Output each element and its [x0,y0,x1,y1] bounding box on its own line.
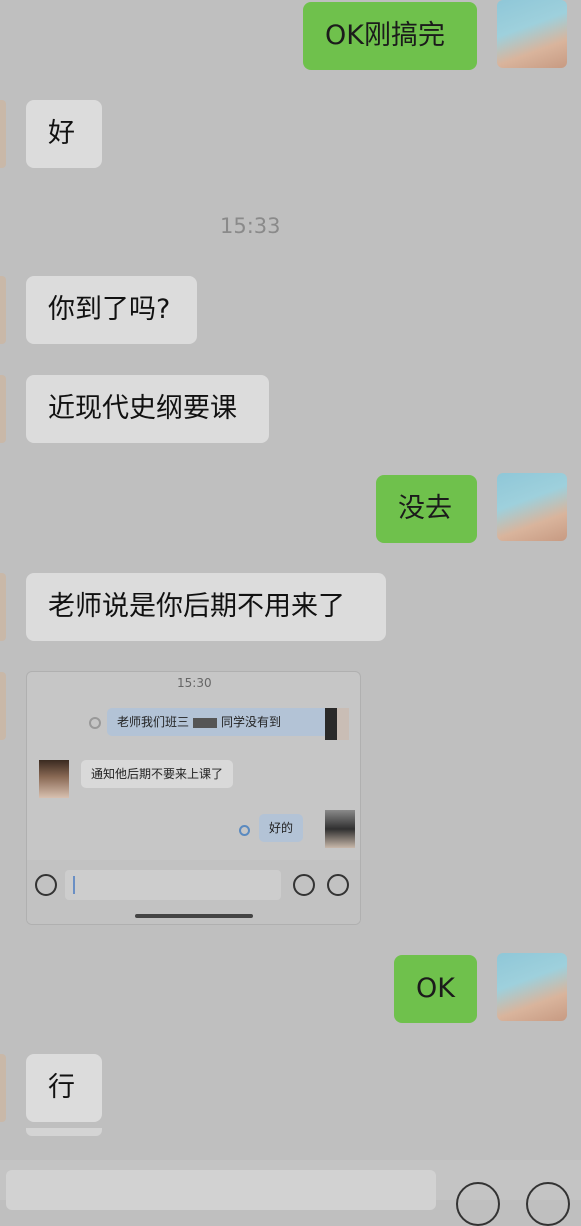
contact-avatar[interactable] [0,573,6,641]
home-indicator [135,914,253,918]
contact-avatar[interactable] [0,1054,6,1122]
screenshot-bubble: 老师我们班三 同学没有到 [107,708,337,736]
plus-icon [327,874,349,896]
message-input[interactable] [6,1170,436,1210]
message-timestamp: 15:33 [220,214,281,238]
chat-input-bar [0,1160,581,1226]
message-bubble-outgoing[interactable]: OK刚搞完 [303,2,477,70]
screenshot-bubble: 通知他后期不要来上课了 [81,760,234,788]
pixelated-avatar [325,708,349,740]
screenshot-bubble-text: 同学没有到 [221,715,282,729]
contact-avatar[interactable] [0,672,6,740]
my-avatar[interactable] [497,953,567,1021]
screenshot-input-field [65,870,281,900]
screenshot-input-bar [27,860,360,924]
check-circle-icon [89,717,101,729]
message-bubble-incoming[interactable]: 近现代史纲要课 [26,375,269,443]
partial-bubble [26,1128,102,1136]
message-bubble-outgoing[interactable]: OK [394,955,477,1023]
screenshot-bubble: 好的 [259,814,304,842]
my-avatar[interactable] [497,0,567,68]
message-bubble-incoming[interactable]: 老师说是你后期不用来了 [26,573,386,641]
contact-avatar[interactable] [0,100,6,168]
message-bubble-incoming[interactable]: 你到了吗? [26,276,197,344]
message-bubble-incoming[interactable]: 好 [26,100,102,168]
screenshot-bubble-text: 老师我们班三 [117,715,190,729]
my-avatar[interactable] [497,473,567,541]
contact-avatar[interactable] [0,276,6,344]
emoji-icon [293,874,315,896]
emoji-icon[interactable] [456,1182,500,1226]
image-message-screenshot[interactable]: 15:30 老师我们班三 同学没有到 通知他后期不要来上课了 好的 [26,671,361,925]
sent-circle-icon [239,825,250,836]
pixelated-avatar [325,810,355,848]
screenshot-time: 15:30 [177,676,212,690]
message-bubble-outgoing[interactable]: 没去 [376,475,477,543]
pixelated-avatar [39,760,69,798]
contact-avatar[interactable] [0,375,6,443]
voice-icon [35,874,57,896]
plus-icon[interactable] [526,1182,570,1226]
message-bubble-incoming[interactable]: 行 [26,1054,102,1122]
